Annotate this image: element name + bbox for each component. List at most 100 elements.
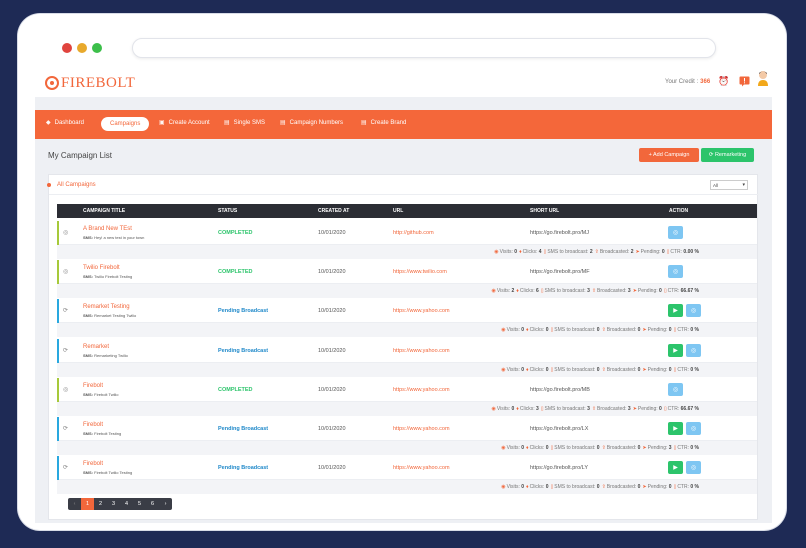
campaign-title[interactable]: Twilio Firebolt <box>83 265 120 271</box>
campaign-url[interactable]: https://www.yahoo.com <box>393 387 450 393</box>
page-button[interactable]: 6 <box>146 498 159 510</box>
campaign-title[interactable]: Remarket Testing <box>83 304 130 310</box>
credit-display: Your Credit :366 <box>665 79 710 85</box>
broadcast-value: 3 <box>587 405 590 412</box>
table-header: CAMPAIGN TITLE STATUS CREATED AT URL SHO… <box>57 204 757 218</box>
play-button[interactable]: ▶ <box>668 422 683 435</box>
minimize-window-dot[interactable] <box>77 43 87 53</box>
row-stats: ◉Visits: 0 ♦Clicks: 3 ▯SMS to broadcast: 3… <box>57 401 757 416</box>
maximize-window-dot[interactable] <box>92 43 102 53</box>
refresh-icon: ⟳ <box>63 426 69 432</box>
nav-campaigns[interactable]: Campaigns <box>101 117 150 131</box>
play-button[interactable]: ▶ <box>668 343 683 357</box>
status-indicator-bar <box>57 260 59 285</box>
play-button[interactable]: ▶ <box>668 304 683 318</box>
page-button[interactable]: 5 <box>133 498 146 510</box>
visits-value: 0 <box>521 327 525 334</box>
stats-text: ◉Visits: 2 ♦Clicks: 6 ▯SMS to broadcast: 3… <box>490 288 700 294</box>
nav-create-account[interactable]: ▣ Create Account <box>159 119 210 127</box>
page-button[interactable]: 3 <box>107 498 120 510</box>
eye-icon: ◉ <box>501 445 506 451</box>
table-row: ⟳ Firebolt SMS: Firebolt Twilio Testing Pen… <box>57 456 757 495</box>
status-badge: COMPLETED <box>218 386 253 393</box>
column-header[interactable]: CAMPAIGN TITLE <box>83 208 125 214</box>
campaign-url[interactable]: https://www.yahoo.com <box>393 348 450 354</box>
tag-icon: ▤ <box>361 120 367 126</box>
remarketing-button[interactable]: ⟳ Remarketing <box>701 148 754 162</box>
filter-select[interactable]: All <box>710 180 748 190</box>
column-header[interactable]: STATUS <box>218 208 237 214</box>
next-page-button[interactable]: › <box>159 498 172 510</box>
table-row: ⟳ Remarket SMS: Remarketing Twilio Pending … <box>57 338 757 377</box>
campaign-title[interactable]: Firebolt <box>83 383 103 389</box>
address-bar[interactable] <box>132 38 716 58</box>
stat-label: Clicks: <box>519 405 535 412</box>
short-url[interactable]: https://go.firebolt.pro/MB <box>530 387 590 393</box>
page-title: My Campaign List <box>48 151 113 160</box>
campaign-url[interactable]: http://github.com <box>393 230 434 236</box>
campaign-sms: SMS: Firebolt Twilio <box>83 392 119 397</box>
add-campaign-button[interactable]: + Add Campaign <box>639 148 699 162</box>
bolt-logo-icon <box>45 76 59 90</box>
thumbs-up-icon: ♦ <box>526 484 529 491</box>
page-button[interactable]: 4 <box>120 498 133 510</box>
nav-single-sms[interactable]: ▤ Single SMS <box>224 119 265 127</box>
play-button[interactable]: ▶ <box>668 461 683 475</box>
sms-text: Remarket Testing Twilio <box>94 313 137 319</box>
column-header[interactable]: URL <box>393 208 403 214</box>
page-button[interactable]: 1 <box>81 498 94 510</box>
stat-label: SMS to broadcast: <box>554 445 596 451</box>
eye-icon: ◉ <box>501 484 506 491</box>
campaign-title[interactable]: Remarket <box>83 344 109 350</box>
broadcasted-value: 0 <box>637 327 641 334</box>
short-url[interactable]: https://go.firebolt.pro/MF <box>530 269 590 275</box>
campaign-url[interactable]: https://www.yahoo.com <box>393 426 450 432</box>
stat-label: CTR: <box>667 288 680 295</box>
clicks-value: 0 <box>545 327 549 334</box>
short-url[interactable]: https://go.firebolt.pro/LY <box>530 465 588 471</box>
short-url[interactable]: https://go.firebolt.pro/LX <box>530 426 588 432</box>
stat-label: Pending: <box>647 445 668 451</box>
view-button[interactable]: ◎ <box>668 265 683 279</box>
send-icon: ➤ <box>635 249 640 255</box>
campaign-title[interactable]: A Brand New TEst <box>83 226 132 232</box>
view-button[interactable]: ◎ <box>686 422 701 435</box>
column-header[interactable]: ACTION <box>669 208 688 214</box>
page-button[interactable]: 2 <box>94 498 107 510</box>
column-header[interactable]: SHORT URL <box>530 208 559 214</box>
nav-create-brand[interactable]: ▤ Create Brand <box>361 119 406 127</box>
alarm-clock-icon[interactable]: ⏰ <box>718 75 730 87</box>
thumbs-up-icon: ♦ <box>526 445 529 451</box>
view-button[interactable]: ◎ <box>686 343 701 357</box>
nav-dashboard[interactable]: ◆ Dashboard <box>46 119 84 127</box>
chat-icon: ▤ <box>224 120 230 126</box>
clicks-value: 0 <box>545 484 549 491</box>
view-button[interactable]: ◎ <box>686 304 701 318</box>
close-window-dot[interactable] <box>62 43 72 53</box>
thumbs-up-icon: ♦ <box>516 288 519 295</box>
upload-icon: ⇪ <box>601 445 606 451</box>
prev-page-button[interactable]: ‹ <box>68 498 81 510</box>
logo[interactable]: FIREBOLT <box>45 74 135 92</box>
phone-icon: ▯ <box>540 405 544 412</box>
pending-value: 0 <box>659 405 662 412</box>
view-button[interactable]: ◎ <box>668 226 683 239</box>
row-stats: ◉Visits: 0 ♦Clicks: 4 ▯SMS to broadcast: 2… <box>57 245 757 259</box>
campaign-url[interactable]: https://www.yahoo.com <box>393 308 450 314</box>
campaign-title[interactable]: Firebolt <box>83 422 103 428</box>
short-url[interactable]: https://go.firebolt.pro/MJ <box>530 230 589 236</box>
view-button[interactable]: ◎ <box>686 461 701 475</box>
column-header[interactable]: CREATED AT <box>318 208 349 214</box>
nav-campaign-numbers[interactable]: ▤ Campaign Numbers <box>280 119 343 127</box>
notification-icon[interactable] <box>738 75 750 87</box>
visits-value: 0 <box>511 405 515 412</box>
card-title: All Campaigns <box>47 182 96 188</box>
stats-text: ◉Visits: 0 ♦Clicks: 0 ▯SMS to broadcast: 0… <box>499 327 699 333</box>
user-avatar-icon[interactable] <box>757 70 769 86</box>
main-nav: ◆ Dashboard Campaigns ▣ Create Account ▤ Si… <box>35 110 772 139</box>
eye-icon: ◉ <box>501 366 506 373</box>
view-button[interactable]: ◎ <box>668 382 683 396</box>
campaign-url[interactable]: https://www.twilio.com <box>393 269 447 275</box>
campaign-title[interactable]: Firebolt <box>83 461 103 467</box>
campaign-url[interactable]: https://www.yahoo.com <box>393 465 450 471</box>
